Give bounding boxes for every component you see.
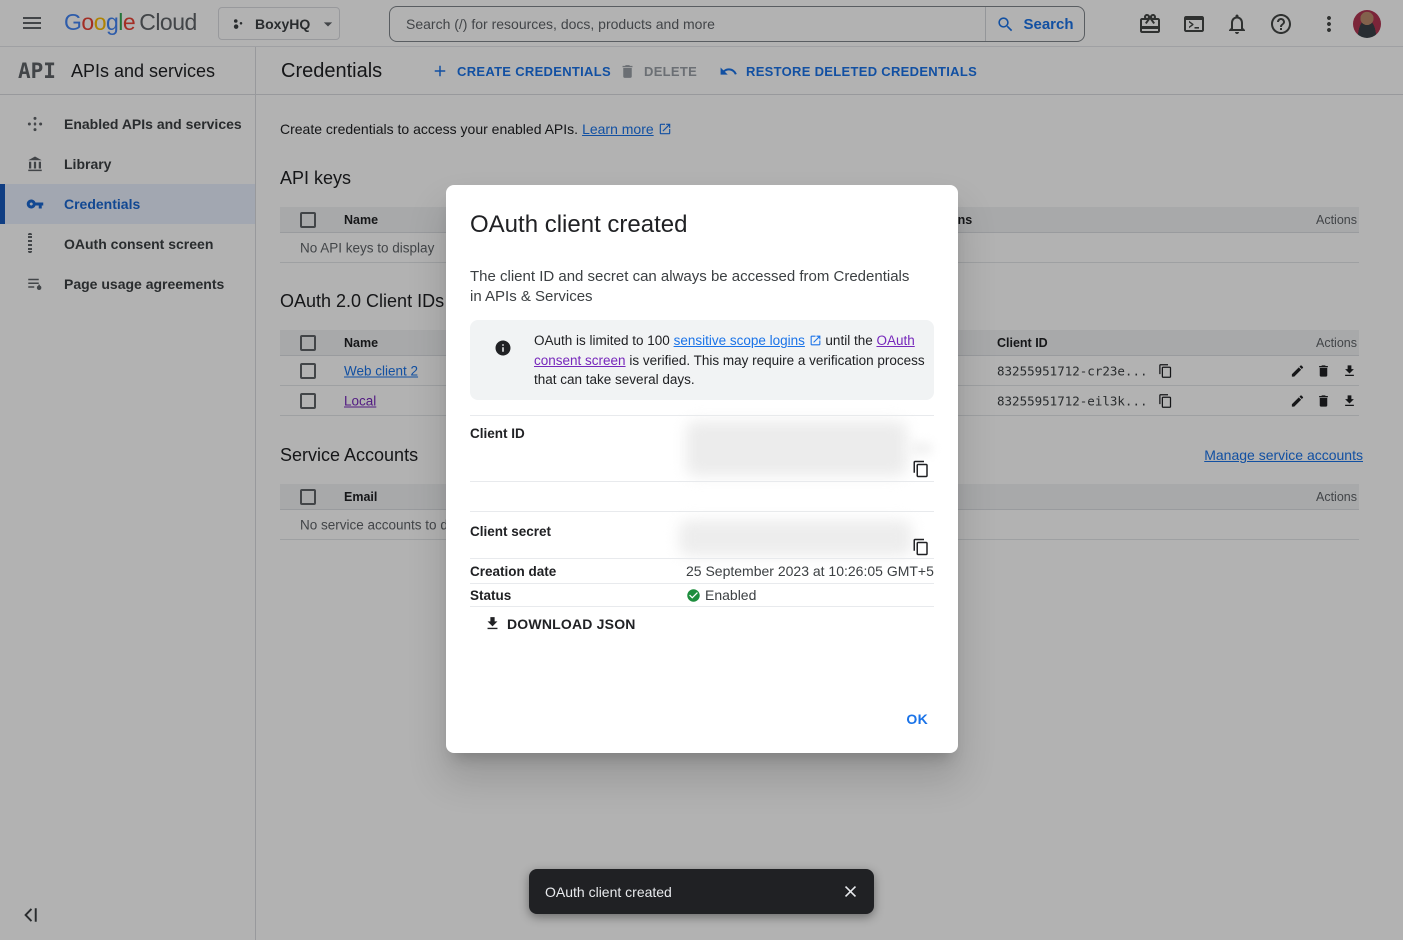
- snackbar: OAuth client created: [529, 869, 874, 914]
- copy-icon[interactable]: [912, 538, 930, 556]
- creation-date-row: Creation date 25 September 2023 at 10:26…: [470, 558, 934, 583]
- status-label: Status: [470, 588, 511, 603]
- creation-date-label: Creation date: [470, 564, 556, 579]
- client-secret-label: Client secret: [470, 524, 551, 539]
- oauth-client-created-dialog: OAuth client created The client ID and s…: [446, 185, 958, 753]
- snackbar-message: OAuth client created: [545, 884, 672, 900]
- close-icon[interactable]: [841, 882, 860, 901]
- download-icon: [484, 615, 501, 632]
- ok-button[interactable]: OK: [902, 705, 932, 733]
- dialog-description: The client ID and secret can always be a…: [470, 267, 910, 307]
- client-id-label: Client ID: [470, 426, 525, 441]
- status-row: Status Enabled: [470, 583, 934, 607]
- creation-date-value: 25 September 2023 at 10:26:05 GMT+5: [686, 563, 934, 579]
- client-secret-redacted-value: [679, 520, 912, 556]
- dialog-title: OAuth client created: [470, 211, 687, 239]
- copy-icon[interactable]: [912, 460, 930, 478]
- row-spacer: [470, 481, 934, 511]
- status-value: Enabled: [705, 587, 756, 603]
- info-banner: OAuth is limited to 100 sensitive scope …: [470, 320, 934, 400]
- info-banner-text: OAuth is limited to 100 sensitive scope …: [534, 331, 926, 390]
- sensitive-scope-logins-link[interactable]: sensitive scope logins: [674, 333, 805, 348]
- info-icon: [494, 339, 512, 357]
- client-id-redacted-value: [686, 421, 907, 476]
- check-circle-icon: [686, 588, 701, 603]
- download-json-button[interactable]: DOWNLOAD JSON: [484, 615, 636, 632]
- client-id-redacted-value: [907, 442, 933, 455]
- client-id-row: Client ID: [470, 415, 934, 481]
- client-secret-row: Client secret: [470, 511, 934, 558]
- external-link-icon: [809, 334, 822, 347]
